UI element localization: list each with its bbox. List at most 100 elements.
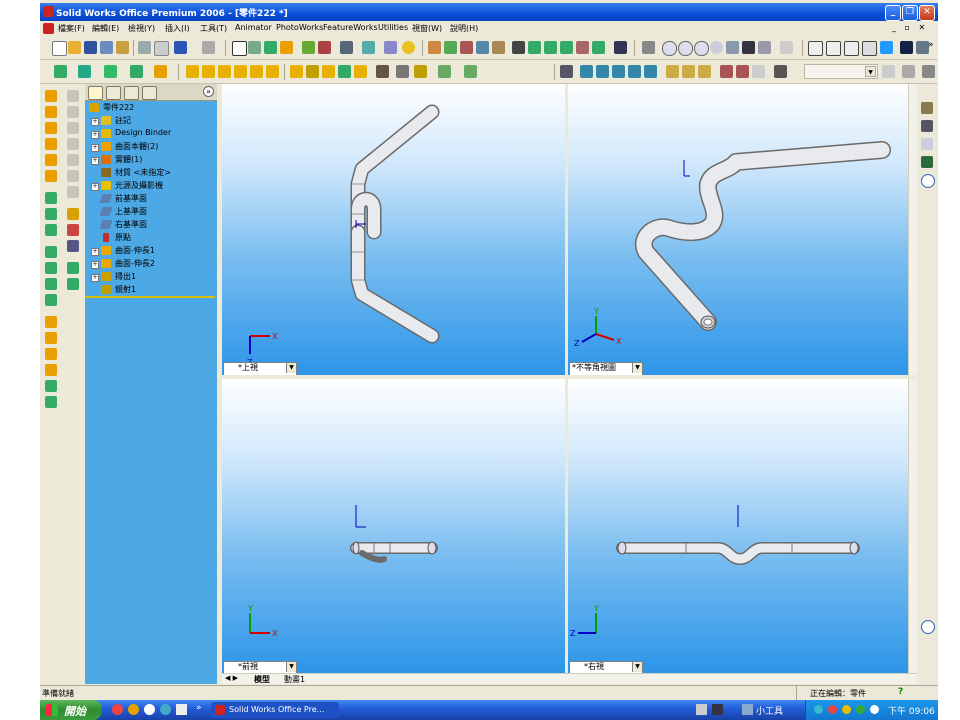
tree-item-right-plane[interactable]: 右基準面	[85, 219, 217, 231]
vertical-tool-curve3-icon[interactable]	[45, 278, 57, 290]
tree-collapse-icon[interactable]: »	[203, 86, 214, 97]
sketch-tool-5-icon[interactable]	[576, 41, 589, 54]
vertical-tool-surface1-icon[interactable]	[45, 316, 57, 328]
hole-icon[interactable]	[338, 65, 351, 78]
quicklaunch-icon-5[interactable]	[176, 704, 187, 715]
reference-geometry-icon[interactable]	[362, 41, 375, 54]
vertical-tool-surface4-icon[interactable]	[45, 364, 57, 376]
tray-icon-2[interactable]	[828, 705, 837, 714]
home-icon[interactable]	[921, 102, 933, 114]
menu-edit[interactable]: 編輯(E)	[92, 23, 119, 34]
circular-pattern-icon[interactable]	[396, 65, 409, 78]
menu-window[interactable]: 視窗(W)	[412, 23, 442, 34]
tab-model[interactable]: 模型	[254, 674, 270, 685]
curves-dropdown-icon[interactable]	[438, 65, 451, 78]
linear-pattern-icon[interactable]	[376, 65, 389, 78]
toolbar-overflow-icon[interactable]: »	[928, 40, 934, 50]
grid-icon[interactable]	[302, 41, 315, 54]
sketch-move-icon[interactable]	[67, 278, 79, 290]
quicklaunch-more[interactable]: »	[196, 703, 202, 713]
expand-toggle-icon[interactable]: +	[91, 183, 99, 191]
tree-item-design-binder[interactable]: + Design Binder	[85, 128, 217, 140]
open-icon[interactable]	[68, 41, 81, 54]
macro-icon[interactable]	[614, 41, 627, 54]
sketch-tool-3-icon[interactable]	[544, 41, 557, 54]
wireframe-icon[interactable]	[808, 41, 823, 56]
zoom-page-icon[interactable]	[154, 41, 169, 56]
tree-item-lights-cameras[interactable]: + 光源及攝影機	[85, 180, 217, 192]
sketch-dropdown-icon[interactable]	[54, 65, 67, 78]
menu-view[interactable]: 檢視(Y)	[128, 23, 155, 34]
taskbar-app-button[interactable]: Solid Works Office Pre...	[211, 702, 339, 718]
expand-toggle-icon[interactable]: +	[91, 261, 99, 269]
shaded-icon[interactable]	[880, 41, 893, 54]
annotation-tool-1-icon[interactable]	[666, 65, 679, 78]
feature-tool-4-icon[interactable]	[476, 41, 489, 54]
feature-tool-1-icon[interactable]	[428, 41, 441, 54]
draft-icon[interactable]	[322, 65, 335, 78]
file-explorer-icon[interactable]	[921, 138, 933, 150]
vertical-tool-extrude-icon[interactable]	[45, 90, 57, 102]
assembly-tool-1-icon[interactable]	[720, 65, 733, 78]
sketch-convert-icon[interactable]	[67, 240, 79, 252]
new-document-icon[interactable]	[52, 41, 67, 56]
keyboard-icon[interactable]	[696, 704, 707, 715]
mirror-tool-icon[interactable]	[414, 65, 427, 78]
menu-help[interactable]: 說明(H)	[450, 23, 478, 34]
table-icon[interactable]	[318, 41, 331, 54]
vertical-tool-revolve-icon[interactable]	[45, 106, 57, 118]
vertical-tool-fillet-icon[interactable]	[45, 170, 57, 182]
standard-views-icon[interactable]	[780, 41, 793, 54]
vertical-tool-surface2-icon[interactable]	[45, 332, 57, 344]
feature-tool-5-icon[interactable]	[492, 41, 505, 54]
tree-item-solid-bodies[interactable]: + 實體(1)	[85, 154, 217, 166]
drawing-icon[interactable]	[560, 65, 573, 78]
assembly-tool-3-icon[interactable]	[752, 65, 765, 78]
view-orientation-icon[interactable]	[642, 41, 655, 54]
vertical-tool-loft-icon[interactable]	[45, 138, 57, 150]
expand-toggle-icon[interactable]: +	[91, 118, 99, 126]
chevron-down-icon[interactable]: ▼	[286, 363, 296, 373]
pan-icon[interactable]	[742, 41, 755, 54]
tray-icon-4[interactable]	[856, 705, 865, 714]
language-icon[interactable]	[712, 704, 723, 715]
expand-toggle-icon[interactable]: +	[91, 144, 99, 152]
chevron-down-icon[interactable]: ▼	[632, 662, 642, 672]
view-palette-icon[interactable]	[596, 65, 609, 78]
curve-dropdown-icon[interactable]	[340, 41, 353, 54]
feature-manager-tab-icon[interactable]	[88, 86, 103, 100]
expand-task-pane-icon[interactable]	[921, 174, 935, 188]
property-manager-tab-icon[interactable]	[106, 86, 121, 100]
title-bar[interactable]: Solid Works Office Premium 2006 - [零件222…	[40, 3, 938, 21]
tree-item-mirror-1[interactable]: 鏡射1	[85, 284, 217, 296]
assembly-tool-2-icon[interactable]	[736, 65, 749, 78]
menu-featureworks[interactable]: FeatureWorks	[323, 23, 378, 32]
sketch-icon[interactable]	[264, 41, 277, 54]
tree-item-surface-bodies[interactable]: + 曲面本體(2)	[85, 141, 217, 153]
tree-item-part[interactable]: 零件222	[85, 102, 217, 114]
pipe-model-top-view[interactable]: X Z	[222, 84, 565, 375]
expand-task-pane-icon[interactable]	[921, 620, 935, 634]
tray-icon-5[interactable]	[870, 705, 879, 714]
tab-nav-arrows[interactable]: ◀ ▶	[225, 674, 238, 682]
vertical-tool-curve2-icon[interactable]	[45, 262, 57, 274]
layers-icon[interactable]	[384, 41, 397, 54]
chevron-down-icon[interactable]: ▼	[865, 66, 876, 77]
vertical-tool-mirror-icon[interactable]	[45, 224, 57, 236]
fillet-icon[interactable]	[250, 65, 263, 78]
line-dropdown-icon[interactable]	[104, 65, 117, 78]
menu-file[interactable]: 檔案(F)	[58, 23, 85, 34]
vertical-tool-curve4-icon[interactable]	[45, 294, 57, 306]
vertical-tool-hole-icon[interactable]	[45, 192, 57, 204]
sketch-tool-6-icon[interactable]	[592, 41, 605, 54]
quicklaunch-icon-1[interactable]	[112, 704, 123, 715]
viewport-isometric[interactable]: Y X Z *不等角視圖 ▼	[568, 84, 908, 375]
smart-dimension-icon[interactable]	[280, 41, 293, 54]
vertical-tool-sweep-icon[interactable]	[45, 122, 57, 134]
rebuild-icon[interactable]	[248, 41, 261, 54]
relations-dropdown-icon[interactable]	[130, 65, 143, 78]
print-preview-icon[interactable]	[138, 41, 151, 54]
vertical-tool-surface5-icon[interactable]	[45, 380, 57, 392]
menu-utilities[interactable]: Utilities	[378, 23, 408, 32]
tray-icon-1[interactable]	[814, 705, 823, 714]
